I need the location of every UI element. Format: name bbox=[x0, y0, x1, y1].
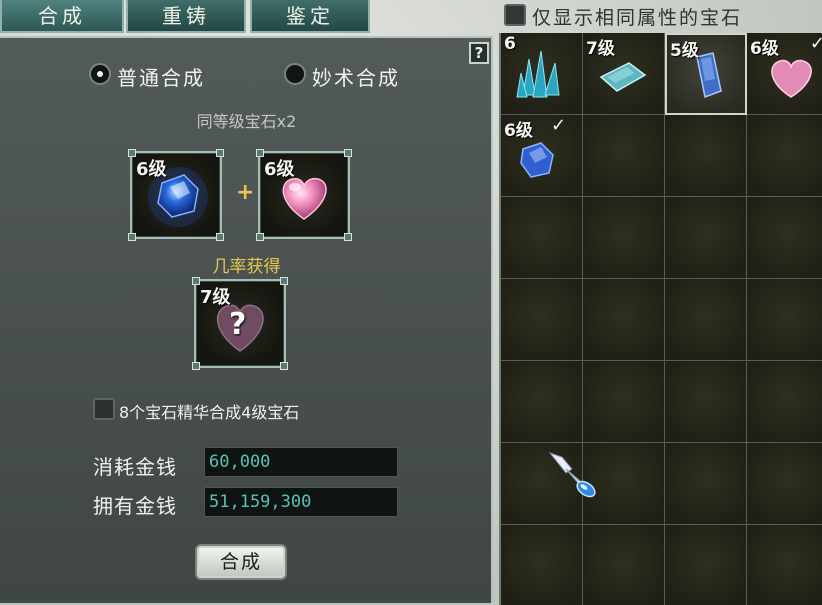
requirement-hint: 同等级宝石x2 bbox=[196, 112, 297, 131]
inventory-slot[interactable] bbox=[747, 361, 822, 443]
inventory-slot[interactable] bbox=[747, 279, 822, 361]
inventory-slot[interactable] bbox=[665, 525, 747, 605]
inventory-slot[interactable] bbox=[501, 361, 583, 443]
tab-compose[interactable]: 合成 bbox=[0, 0, 124, 33]
slot-level: 6级 bbox=[264, 159, 295, 180]
slot-level: 6级 bbox=[136, 159, 167, 180]
tab-identify[interactable]: 鉴定 bbox=[250, 0, 370, 33]
inventory-slot[interactable]: 6级 ✓ bbox=[501, 115, 583, 197]
inventory-slot[interactable]: 6 bbox=[501, 33, 583, 115]
help-button[interactable]: ? bbox=[469, 42, 489, 64]
result-slot: ? 7级 bbox=[192, 277, 288, 370]
inventory-slot[interactable] bbox=[747, 443, 822, 525]
essence-label: 8个宝石精华合成4级宝石 bbox=[119, 403, 300, 422]
inventory-slot[interactable] bbox=[665, 361, 747, 443]
normal-compose-radio[interactable] bbox=[89, 63, 111, 85]
probability-label: 几率获得 bbox=[212, 257, 281, 277]
essence-checkbox[interactable] bbox=[93, 398, 115, 420]
cursor-icon bbox=[548, 451, 596, 498]
inventory-slot[interactable] bbox=[665, 115, 747, 197]
inventory-slot[interactable] bbox=[501, 197, 583, 279]
compose-button[interactable]: 合成 bbox=[195, 544, 287, 580]
gem-inventory-grid: 6 7级 5级 6级 ✓ 6级 ✓ bbox=[499, 33, 822, 605]
cost-label: 消耗金钱 bbox=[93, 455, 177, 479]
same-attribute-label: 仅显示相同属性的宝石 bbox=[532, 7, 743, 29]
owned-value: 51,159,300 bbox=[204, 487, 398, 517]
inventory-slot[interactable] bbox=[583, 197, 665, 279]
plus-sign: + bbox=[236, 180, 255, 205]
tab-reforge[interactable]: 重铸 bbox=[126, 0, 246, 33]
inventory-slot[interactable] bbox=[747, 197, 822, 279]
normal-compose-label: 普通合成 bbox=[117, 66, 205, 90]
inventory-slot[interactable] bbox=[583, 525, 665, 605]
cell-level: 6级 bbox=[504, 121, 533, 141]
checkmark-icon: ✓ bbox=[809, 33, 822, 54]
input-slot-2[interactable]: 6级 bbox=[256, 149, 352, 241]
inventory-slot[interactable] bbox=[665, 443, 747, 525]
game-window: 合成 重铸 鉴定 仅显示相同属性的宝石 ? 普通合成 妙术合成 同等级宝石x2 … bbox=[0, 0, 822, 605]
inventory-slot[interactable] bbox=[583, 115, 665, 197]
inventory-slot[interactable] bbox=[583, 279, 665, 361]
inventory-slot[interactable] bbox=[501, 279, 583, 361]
input-slot-1[interactable]: 6级 bbox=[128, 149, 224, 241]
cell-level: 5级 bbox=[670, 41, 699, 61]
cell-level: 7级 bbox=[586, 39, 615, 59]
inventory-slot[interactable] bbox=[747, 115, 822, 197]
inventory-slot-selected[interactable]: 5级 bbox=[665, 33, 747, 115]
checkmark-icon: ✓ bbox=[551, 115, 567, 136]
question-mark: ? bbox=[229, 307, 247, 342]
inventory-slot[interactable] bbox=[501, 525, 583, 605]
same-attribute-checkbox[interactable] bbox=[504, 4, 526, 26]
slot-level: 7级 bbox=[200, 287, 231, 308]
owned-label: 拥有金钱 bbox=[93, 494, 177, 518]
special-compose-label: 妙术合成 bbox=[312, 66, 400, 90]
inventory-slot[interactable] bbox=[583, 361, 665, 443]
inventory-slot[interactable] bbox=[665, 279, 747, 361]
cell-level: 6级 bbox=[750, 39, 779, 59]
inventory-slot[interactable] bbox=[665, 197, 747, 279]
cost-value: 60,000 bbox=[204, 447, 398, 477]
special-compose-radio[interactable] bbox=[284, 63, 306, 85]
cell-level: 6 bbox=[504, 34, 516, 54]
inventory-slot[interactable] bbox=[747, 525, 822, 605]
inventory-slot[interactable]: 6级 ✓ bbox=[747, 33, 822, 115]
inventory-slot[interactable]: 7级 bbox=[583, 33, 665, 115]
